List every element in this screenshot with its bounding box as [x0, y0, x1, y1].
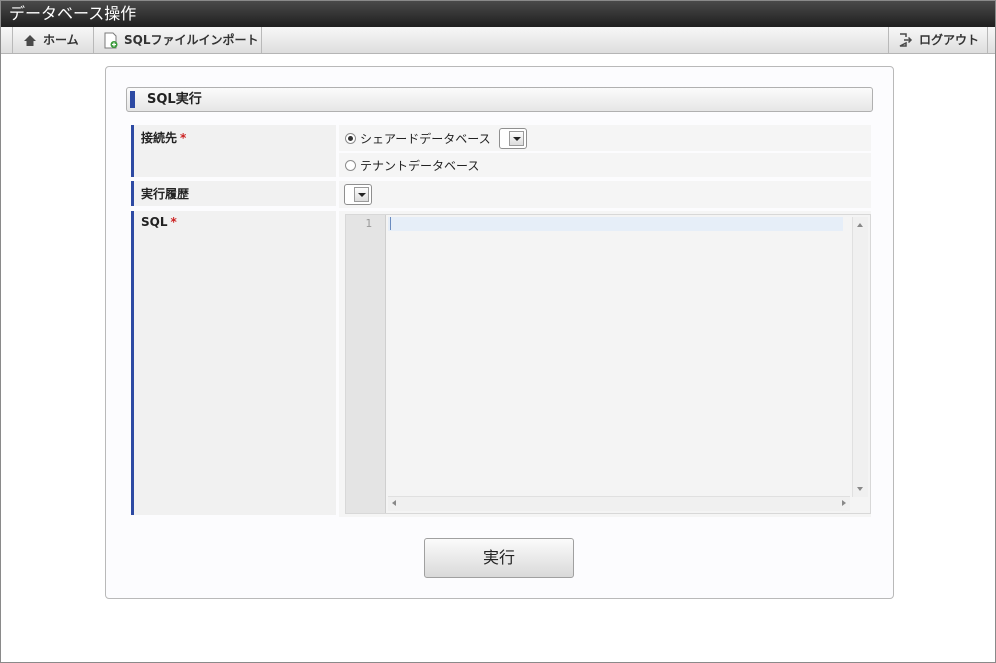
scroll-right-icon[interactable] [842, 500, 846, 506]
shared-db-option[interactable]: シェアードデータベース [345, 128, 527, 149]
toolbar-separator [261, 27, 262, 53]
shared-db-dropdown[interactable] [498, 128, 527, 149]
tenant-db-label: テナントデータベース [360, 159, 480, 173]
chevron-down-icon [354, 187, 369, 202]
line-gutter: 1 [346, 215, 386, 513]
toolbar: ホーム SQLファイルインポート ログアウト [1, 27, 995, 54]
window-title: データベース操作 [1, 1, 995, 27]
sql-import-label: SQLファイルインポート [124, 33, 259, 47]
scroll-up-icon[interactable] [857, 223, 863, 227]
vertical-scrollbar[interactable] [852, 217, 868, 497]
sql-import-button[interactable]: SQLファイルインポート [94, 27, 269, 53]
sql-execution-panel: SQL実行 接続先 * シェアードデータベース テナントデータベース 実行履歴 S… [105, 66, 894, 599]
home-label: ホーム [43, 33, 79, 47]
history-row [339, 181, 871, 208]
required-mark: * [180, 131, 187, 145]
history-label-text: 実行履歴 [141, 187, 190, 201]
connection-label: 接続先 * [131, 125, 336, 177]
connection-option-row: テナントデータベース [339, 153, 871, 177]
logout-icon [899, 33, 913, 47]
home-icon [24, 34, 36, 46]
tenant-db-option[interactable]: テナントデータベース [345, 157, 479, 174]
scroll-left-icon[interactable] [392, 500, 396, 506]
tenant-db-radio[interactable] [345, 160, 356, 171]
text-caret [390, 217, 391, 230]
line-number: 1 [365, 217, 372, 230]
history-dropdown[interactable] [344, 184, 372, 205]
shared-db-label: シェアードデータベース [360, 132, 491, 146]
connection-option-row: シェアードデータベース [339, 125, 871, 151]
shared-db-radio[interactable] [345, 133, 356, 144]
required-mark: * [170, 215, 177, 229]
history-label: 実行履歴 [131, 181, 336, 206]
chevron-down-icon [508, 131, 524, 146]
logout-button[interactable]: ログアウト [889, 27, 989, 53]
connection-label-text: 接続先 [141, 131, 178, 145]
home-button[interactable]: ホーム [13, 27, 89, 53]
file-add-icon [104, 32, 118, 48]
active-line[interactable] [388, 217, 843, 231]
toolbar-separator [987, 27, 988, 53]
sql-label-text: SQL [141, 215, 168, 229]
scroll-down-icon[interactable] [857, 487, 863, 491]
run-button[interactable]: 実行 [424, 538, 574, 578]
horizontal-scrollbar[interactable] [388, 496, 850, 511]
sql-editor[interactable]: 1 [345, 214, 871, 514]
section-title: SQL実行 [126, 87, 873, 112]
sql-label: SQL * [131, 211, 336, 515]
logout-label: ログアウト [919, 33, 980, 47]
